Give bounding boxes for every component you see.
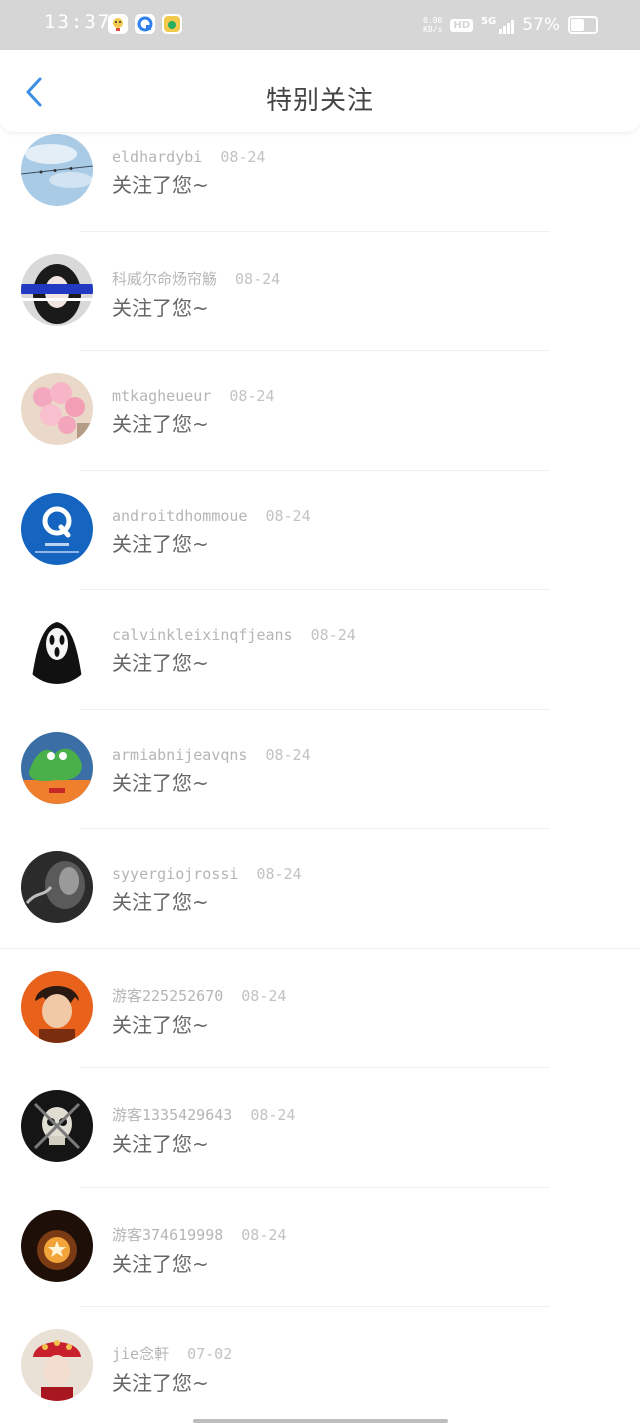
avatar[interactable] <box>21 970 93 1043</box>
item-info: androitdhommoue 08-24 关注了您~ <box>112 507 311 557</box>
user-name[interactable]: androitdhommoue <box>112 507 247 525</box>
list-item[interactable]: 游客225252670 08-24 关注了您~ <box>0 949 640 1068</box>
status-time: 13:37 <box>44 11 112 33</box>
user-name[interactable]: eldhardybi <box>112 148 202 166</box>
user-name[interactable]: 游客374619998 <box>112 1224 223 1245</box>
follow-date: 08-24 <box>250 1106 296 1124</box>
list-item[interactable]: 游客1335429643 08-24 关注了您~ <box>0 1068 640 1188</box>
follow-date: 08-24 <box>265 745 311 764</box>
item-info: 科威尔命炀帘觞 08-24 关注了您~ <box>112 268 280 321</box>
item-info: 游客374619998 08-24 关注了您~ <box>112 1224 286 1277</box>
follow-message: 关注了您~ <box>112 1132 209 1156</box>
item-info: 游客1335429643 08-24 关注了您~ <box>112 1104 295 1157</box>
battery-icon <box>568 16 598 34</box>
user-name[interactable]: armiabnijeavqns <box>112 746 247 764</box>
list-item[interactable]: 游客374619998 08-24 关注了您~ <box>0 1188 640 1307</box>
list-item[interactable]: jie念軒 07-02 关注了您~ <box>0 1307 640 1427</box>
avatar[interactable] <box>21 1090 93 1162</box>
follow-date: 08-24 <box>229 387 275 405</box>
avatar[interactable] <box>21 373 93 445</box>
follow-message: 关注了您~ <box>112 295 209 320</box>
avatar[interactable] <box>21 1209 93 1282</box>
list-item[interactable]: 科威尔命炀帘觞 08-24 关注了您~ <box>0 232 640 351</box>
list-item[interactable]: androitdhommoue 08-24 关注了您~ <box>0 471 640 590</box>
user-name[interactable]: 游客1335429643 <box>112 1104 232 1125</box>
follow-message: 关注了您~ <box>112 1371 209 1395</box>
signal-icon: 5G <box>481 16 515 34</box>
avatar[interactable] <box>21 1329 93 1401</box>
item-info: 游客225252670 08-24 关注了您~ <box>112 985 286 1038</box>
avatar[interactable] <box>21 612 93 684</box>
browser-app-icon <box>135 14 155 34</box>
follow-message: 关注了您~ <box>112 1251 209 1276</box>
user-name[interactable]: 游客225252670 <box>112 985 223 1006</box>
follow-date: 08-24 <box>241 1225 287 1244</box>
notification-app-icon <box>108 14 128 34</box>
user-name[interactable]: jie念軒 <box>112 1343 169 1364</box>
follow-date: 08-24 <box>220 148 266 166</box>
avatar[interactable] <box>21 253 93 326</box>
list-item[interactable]: calvinkleixinqfjeans 08-24 关注了您~ <box>0 590 640 710</box>
follow-date: 08-24 <box>265 506 311 525</box>
status-bar: 13:37 0.00 KB/s HD 5G 57% <box>0 0 640 50</box>
item-info: syyergiojrossi 08-24 关注了您~ <box>112 865 302 915</box>
home-indicator[interactable] <box>193 1419 448 1423</box>
follow-date: 07-02 <box>187 1345 233 1363</box>
header: 特别关注 <box>0 50 640 132</box>
item-info: calvinkleixinqfjeans 08-24 关注了您~ <box>112 626 356 676</box>
follow-message: 关注了您~ <box>112 651 209 675</box>
user-name[interactable]: mtkagheueur <box>112 387 211 405</box>
music-app-icon <box>162 14 182 34</box>
network-speed: 0.00 KB/s <box>423 16 443 34</box>
follow-date: 08-24 <box>241 986 287 1005</box>
item-info: armiabnijeavqns 08-24 关注了您~ <box>112 746 311 796</box>
avatar[interactable] <box>21 134 93 206</box>
user-name[interactable]: calvinkleixinqfjeans <box>112 626 293 644</box>
avatar[interactable] <box>21 492 93 565</box>
avatar[interactable] <box>21 851 93 923</box>
follow-message: 关注了您~ <box>112 531 209 556</box>
follow-date: 08-24 <box>256 865 302 883</box>
item-info: jie念軒 07-02 关注了您~ <box>112 1343 232 1396</box>
list-item[interactable]: mtkagheueur 08-24 关注了您~ <box>0 351 640 471</box>
item-info: mtkagheueur 08-24 关注了您~ <box>112 387 275 437</box>
follow-list: eldhardybi 08-24 关注了您~ 科威尔命炀帘觞 08-24 关注了… <box>0 112 640 1427</box>
hd-badge: HD <box>450 18 474 32</box>
follow-message: 关注了您~ <box>112 890 209 914</box>
user-name[interactable]: syyergiojrossi <box>112 865 238 883</box>
follow-message: 关注了您~ <box>112 770 209 795</box>
avatar[interactable] <box>21 731 93 804</box>
follow-date: 08-24 <box>310 626 356 644</box>
follow-message: 关注了您~ <box>112 1012 209 1037</box>
item-info: eldhardybi 08-24 关注了您~ <box>112 148 265 198</box>
battery-percent: 57% <box>522 15 560 35</box>
follow-date: 08-24 <box>235 269 281 288</box>
status-indicators: 0.00 KB/s HD 5G 57% <box>423 12 598 38</box>
follow-message: 关注了您~ <box>112 412 209 436</box>
user-name[interactable]: 科威尔命炀帘觞 <box>112 268 217 289</box>
follow-message: 关注了您~ <box>112 173 209 197</box>
page-title: 特别关注 <box>265 86 374 116</box>
list-item[interactable]: armiabnijeavqns 08-24 关注了您~ <box>0 710 640 829</box>
list-item[interactable]: syyergiojrossi 08-24 关注了您~ <box>0 829 640 949</box>
